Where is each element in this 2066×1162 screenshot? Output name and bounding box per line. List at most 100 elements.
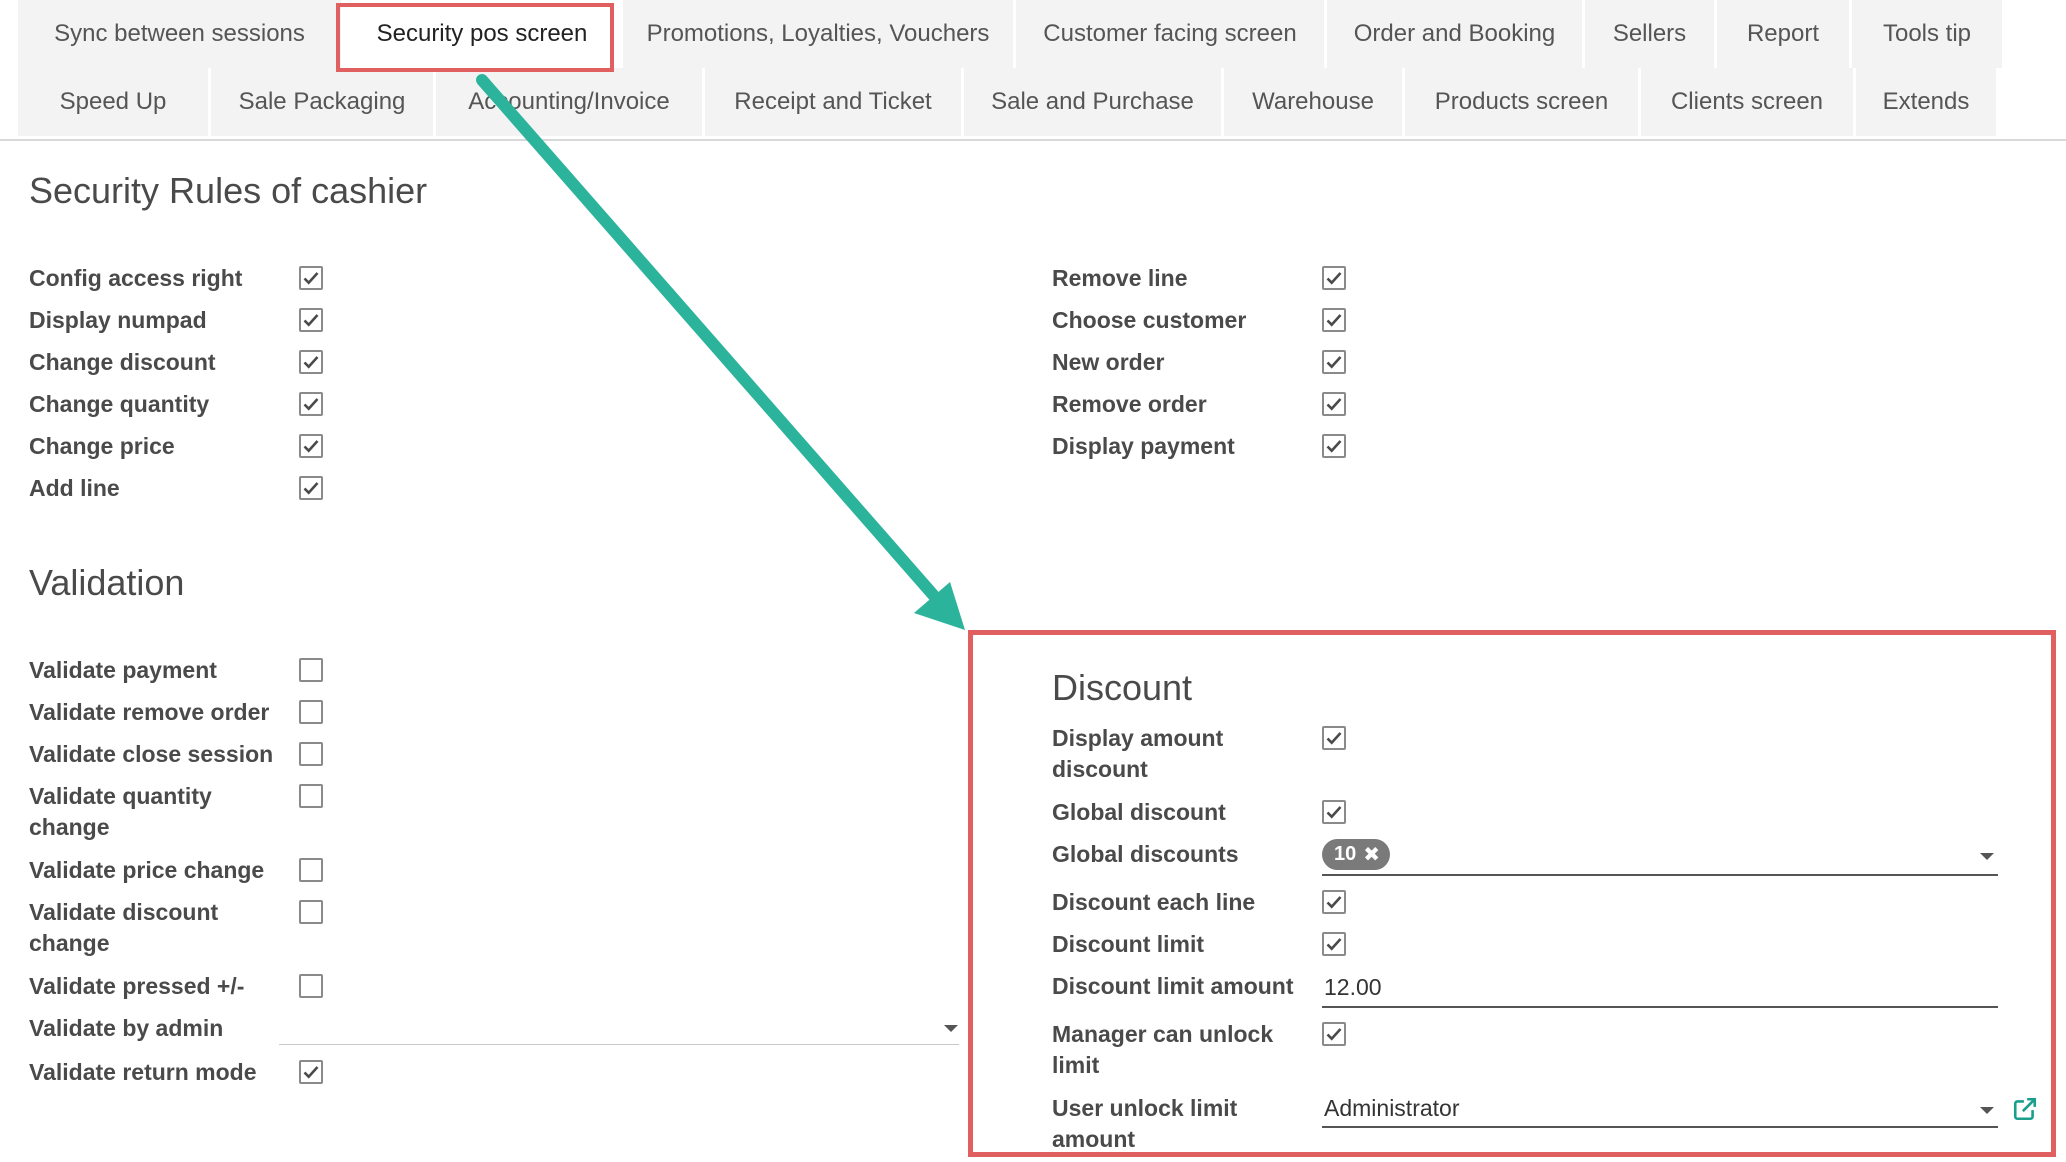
tab-receipt-and-ticket[interactable]: Receipt and Ticket bbox=[705, 68, 961, 136]
security-section-title: Security Rules of cashier bbox=[29, 170, 428, 211]
global-discount-label: Global discount bbox=[1052, 799, 1226, 825]
validate-pressed-checkbox[interactable] bbox=[299, 974, 323, 998]
choose-customer-label: Choose customer bbox=[1052, 307, 1247, 333]
tab-products-screen[interactable]: Products screen bbox=[1405, 68, 1638, 136]
check-icon bbox=[303, 440, 319, 453]
tab-warehouse[interactable]: Warehouse bbox=[1224, 68, 1402, 136]
tab-tools-tip[interactable]: Tools tip bbox=[1852, 0, 2002, 68]
tab-sale-and-purchase[interactable]: Sale and Purchase bbox=[964, 68, 1221, 136]
tab-sale-packaging[interactable]: Sale Packaging bbox=[211, 68, 433, 136]
change-price-checkbox[interactable] bbox=[299, 434, 323, 458]
chevron-down-icon[interactable] bbox=[944, 1025, 958, 1032]
display-numpad-checkbox[interactable] bbox=[299, 308, 323, 332]
tab-security-pos-screen[interactable]: Security pos screen bbox=[344, 0, 620, 68]
check-icon bbox=[1326, 356, 1342, 369]
check-icon bbox=[1326, 806, 1342, 819]
remove-line-label: Remove line bbox=[1052, 265, 1188, 291]
tab-report[interactable]: Report bbox=[1717, 0, 1849, 68]
remove-order-label: Remove order bbox=[1052, 391, 1207, 417]
validate-by-admin-input[interactable] bbox=[279, 1009, 959, 1045]
user-unlock-limit-amount-label: User unlock limit amount bbox=[1052, 1095, 1238, 1152]
change-quantity-checkbox[interactable] bbox=[299, 392, 323, 416]
tab-sellers[interactable]: Sellers bbox=[1585, 0, 1714, 68]
new-order-label: New order bbox=[1052, 349, 1165, 375]
check-icon bbox=[303, 1066, 319, 1079]
manager-can-unlock-limit-label: Manager can unlock limit bbox=[1052, 1021, 1274, 1078]
validate-price-change-label: Validate price change bbox=[29, 857, 265, 883]
validate-remove-order-checkbox[interactable] bbox=[299, 700, 323, 724]
tab-sync-between-sessions[interactable]: Sync between sessions bbox=[18, 0, 341, 68]
discount-each-line-checkbox[interactable] bbox=[1322, 890, 1346, 914]
chevron-down-icon[interactable] bbox=[1980, 853, 1994, 860]
check-icon bbox=[1326, 1028, 1342, 1041]
check-icon bbox=[1326, 440, 1342, 453]
add-line-checkbox[interactable] bbox=[299, 476, 323, 500]
check-icon bbox=[1326, 732, 1342, 745]
check-icon bbox=[1326, 272, 1342, 285]
chevron-down-icon[interactable] bbox=[1980, 1107, 1994, 1114]
discount-section-title: Discount bbox=[1052, 667, 1193, 708]
add-line-label: Add line bbox=[29, 475, 120, 501]
display-amount-discount-checkbox[interactable] bbox=[1322, 726, 1346, 750]
tab-accounting-invoice[interactable]: Accounting/Invoice bbox=[436, 68, 702, 136]
global-discount-checkbox[interactable] bbox=[1322, 800, 1346, 824]
validate-close-session-label: Validate close session bbox=[29, 741, 274, 767]
tab-speed-up[interactable]: Speed Up bbox=[18, 68, 208, 136]
change-price-label: Change price bbox=[29, 433, 175, 459]
validate-discount-change-label: Validate discount change bbox=[29, 899, 219, 956]
check-icon bbox=[303, 314, 319, 327]
tab-promotions-loyalties-vouchers[interactable]: Promotions, Loyalties, Vouchers bbox=[623, 0, 1013, 68]
discount-limit-amount-input[interactable] bbox=[1322, 968, 1998, 1008]
display-amount-discount-label: Display amount discount bbox=[1052, 725, 1224, 782]
discount-limit-amount-value: 12.00 bbox=[1324, 974, 1382, 1000]
new-order-checkbox[interactable] bbox=[1322, 350, 1346, 374]
tab-row-2: Speed Up Sale Packaging Accounting/Invoice… bbox=[18, 68, 1999, 136]
external-link-icon[interactable] bbox=[2012, 1096, 2038, 1122]
display-payment-label: Display payment bbox=[1052, 433, 1235, 459]
display-numpad-label: Display numpad bbox=[29, 307, 207, 333]
tab-clients-screen[interactable]: Clients screen bbox=[1641, 68, 1853, 136]
discount-limit-checkbox[interactable] bbox=[1322, 932, 1346, 956]
config-access-right-checkbox[interactable] bbox=[299, 266, 323, 290]
validate-by-admin-label: Validate by admin bbox=[29, 1015, 224, 1041]
change-quantity-label: Change quantity bbox=[29, 391, 210, 417]
change-discount-label: Change discount bbox=[29, 349, 216, 375]
global-discounts-label: Global discounts bbox=[1052, 841, 1239, 867]
global-discounts-input[interactable] bbox=[1322, 845, 1998, 876]
config-access-right-label: Config access right bbox=[29, 265, 243, 291]
validate-return-mode-label: Validate return mode bbox=[29, 1059, 257, 1085]
validate-quantity-change-label: Validate quantity change bbox=[29, 783, 212, 840]
settings-tabbar: Sync between sessions Security pos screen… bbox=[0, 0, 2066, 141]
tab-customer-facing-screen[interactable]: Customer facing screen bbox=[1016, 0, 1324, 68]
validate-payment-checkbox[interactable] bbox=[299, 658, 323, 682]
validate-remove-order-label: Validate remove order bbox=[29, 699, 270, 725]
check-icon bbox=[1326, 314, 1342, 327]
tab-row-1: Sync between sessions Security pos screen… bbox=[18, 0, 2005, 68]
check-icon bbox=[303, 272, 319, 285]
validate-discount-change-checkbox[interactable] bbox=[299, 900, 323, 924]
manager-can-unlock-limit-checkbox[interactable] bbox=[1322, 1022, 1346, 1046]
validate-close-session-checkbox[interactable] bbox=[299, 742, 323, 766]
check-icon bbox=[1326, 398, 1342, 411]
validate-return-mode-checkbox[interactable] bbox=[299, 1060, 323, 1084]
check-icon bbox=[303, 398, 319, 411]
discount-each-line-label: Discount each line bbox=[1052, 889, 1256, 915]
remove-order-checkbox[interactable] bbox=[1322, 392, 1346, 416]
check-icon bbox=[1326, 938, 1342, 951]
validate-price-change-checkbox[interactable] bbox=[299, 858, 323, 882]
display-payment-checkbox[interactable] bbox=[1322, 434, 1346, 458]
discount-limit-label: Discount limit bbox=[1052, 931, 1205, 957]
validate-pressed-label: Validate pressed +/- bbox=[29, 973, 245, 999]
choose-customer-checkbox[interactable] bbox=[1322, 308, 1346, 332]
change-discount-checkbox[interactable] bbox=[299, 350, 323, 374]
validate-quantity-change-checkbox[interactable] bbox=[299, 784, 323, 808]
validation-section-title: Validation bbox=[29, 562, 185, 603]
check-icon bbox=[303, 356, 319, 369]
validate-payment-label: Validate payment bbox=[29, 657, 217, 683]
tab-order-and-booking[interactable]: Order and Booking bbox=[1327, 0, 1582, 68]
remove-line-checkbox[interactable] bbox=[1322, 266, 1346, 290]
check-icon bbox=[303, 482, 319, 495]
discount-limit-amount-label: Discount limit amount bbox=[1052, 973, 1294, 999]
tab-extends[interactable]: Extends bbox=[1856, 68, 1996, 136]
check-icon bbox=[1326, 896, 1342, 909]
